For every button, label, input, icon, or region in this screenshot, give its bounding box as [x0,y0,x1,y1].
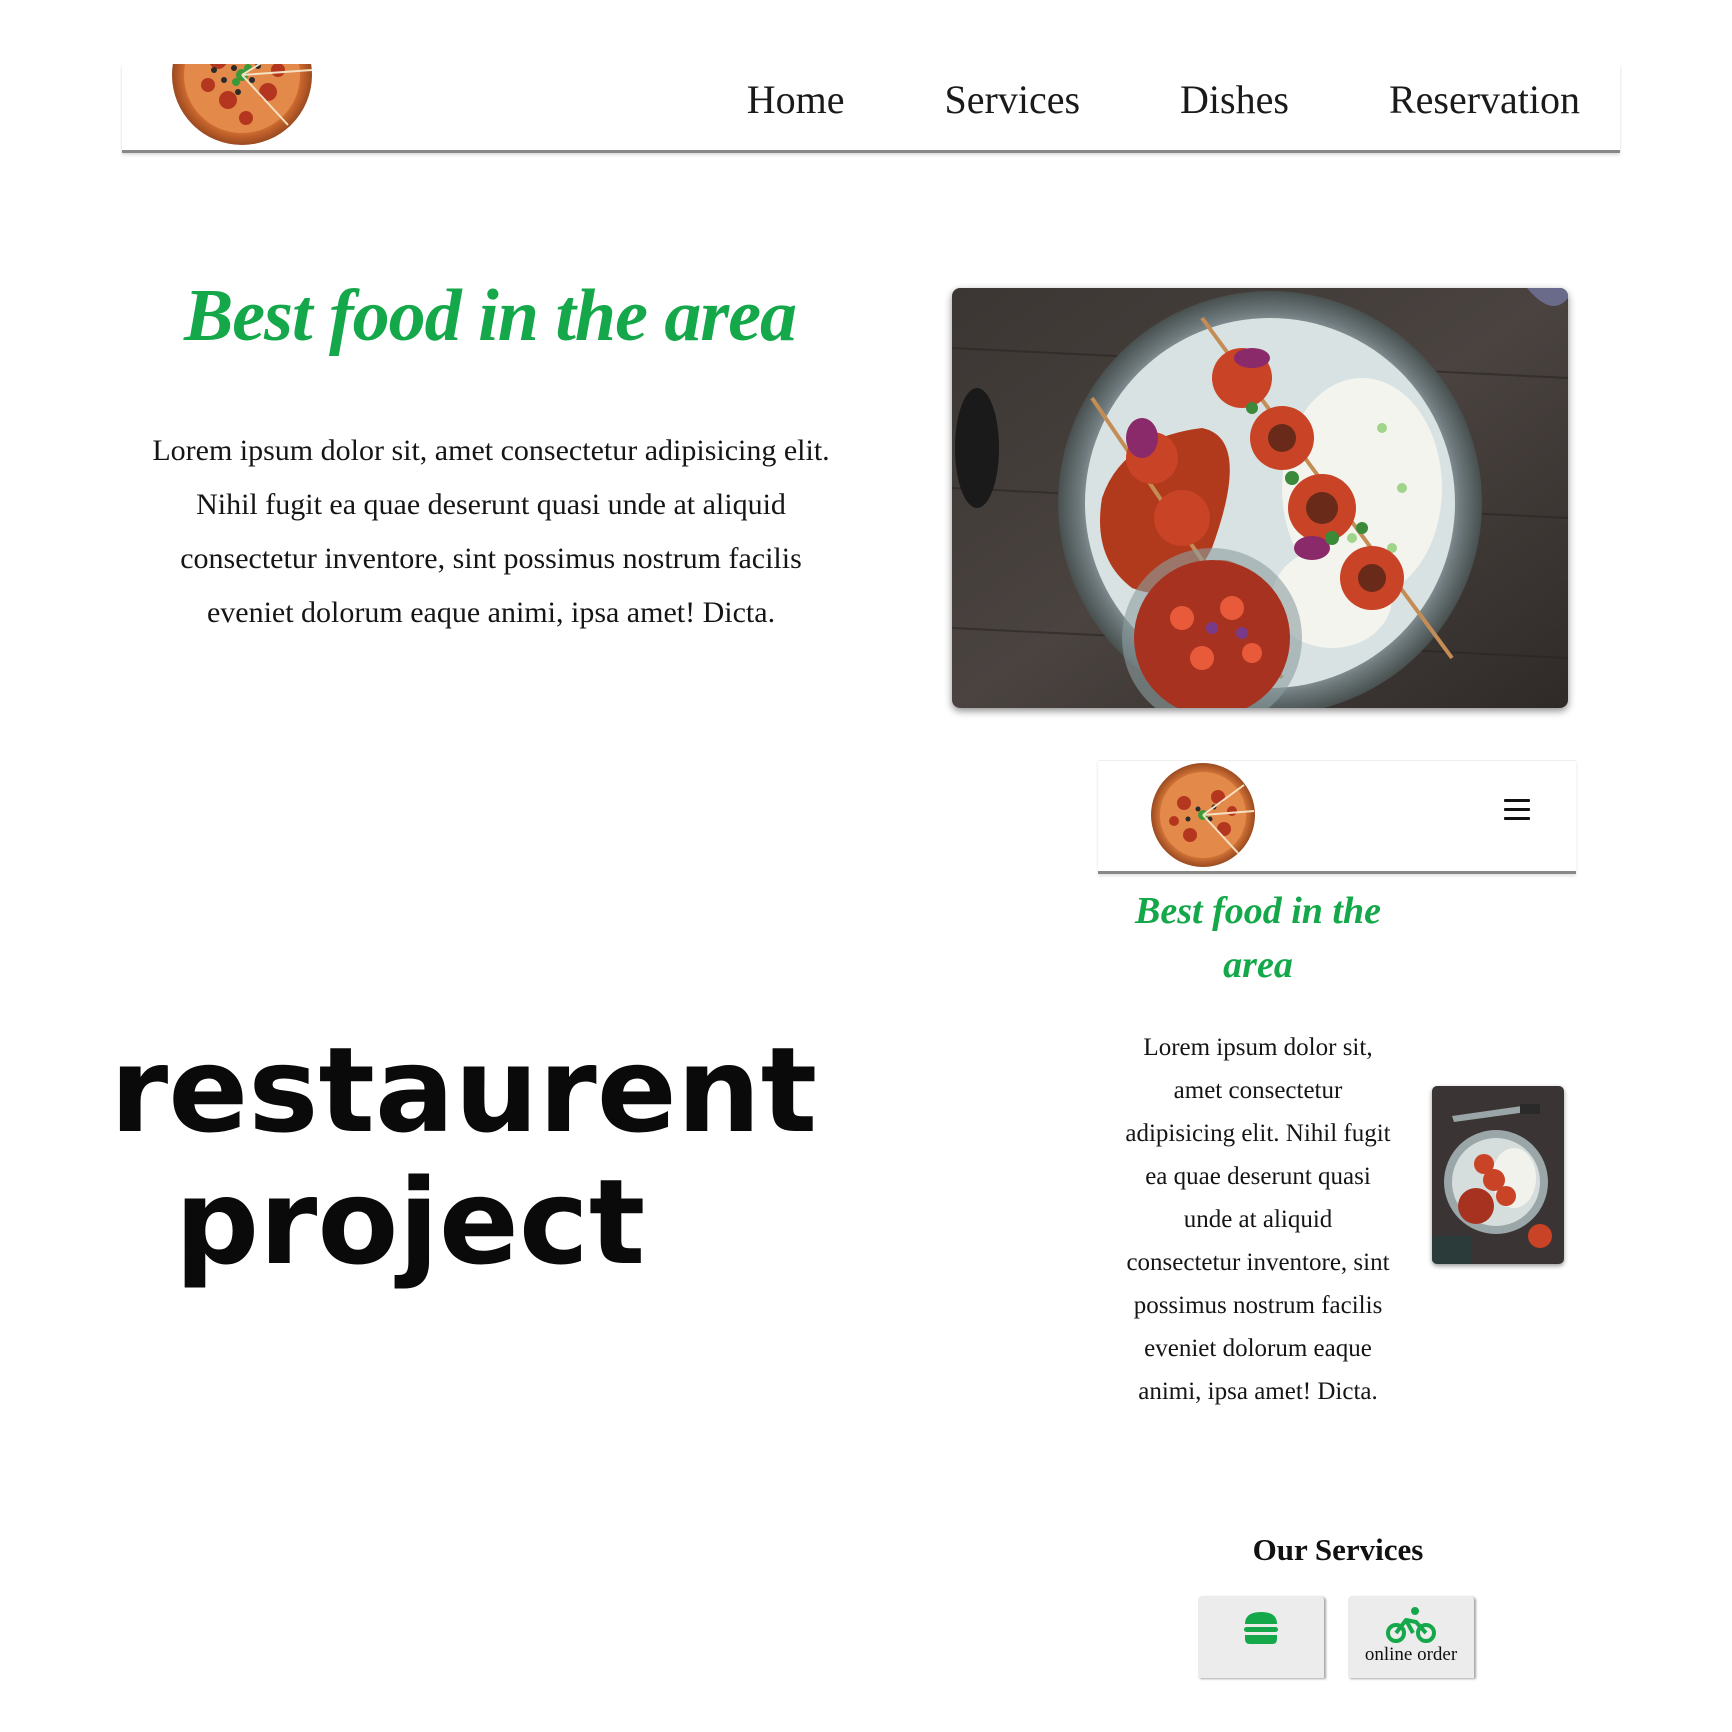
mobile-hero-title: Best food in the area [1135,890,1381,986]
burger-icon [1244,1612,1278,1644]
pizza-logo-icon[interactable] [1144,761,1262,869]
hero-food-image [952,288,1568,708]
mobile-hero-text: Lorem ipsum dolor sit, amet consectetur … [1125,1034,1391,1405]
nav-dishes-link[interactable]: Dishes [1180,76,1289,123]
service-card-food[interactable] [1198,1596,1324,1678]
nav-services-link[interactable]: Services [945,76,1081,123]
project-caption: restaurent project [110,1021,818,1291]
nav-reservation-link[interactable]: Reservation [1389,76,1580,123]
service-card-online-order[interactable]: online order [1348,1596,1474,1678]
caption-line-2: project [174,1153,646,1291]
mobile-food-image [1432,1086,1564,1264]
nav-home-link[interactable]: Home [747,76,845,123]
desktop-nav: Home Services Dishes Reservation [747,76,1580,123]
desktop-header: Home Services Dishes Reservation [122,64,1620,153]
mobile-header [1098,760,1576,874]
hero-title: Best food in the area [183,275,797,357]
services-title: Our Services [1252,1532,1424,1567]
hero-text: Lorem ipsum dolor sit, amet consectetur … [152,434,830,629]
bicycle-icon [1386,1607,1436,1643]
service-card-label: online order [1364,1644,1458,1665]
caption-line-1: restaurent [110,1021,818,1159]
pizza-logo-icon[interactable] [168,64,316,150]
hamburger-icon[interactable] [1504,799,1530,825]
